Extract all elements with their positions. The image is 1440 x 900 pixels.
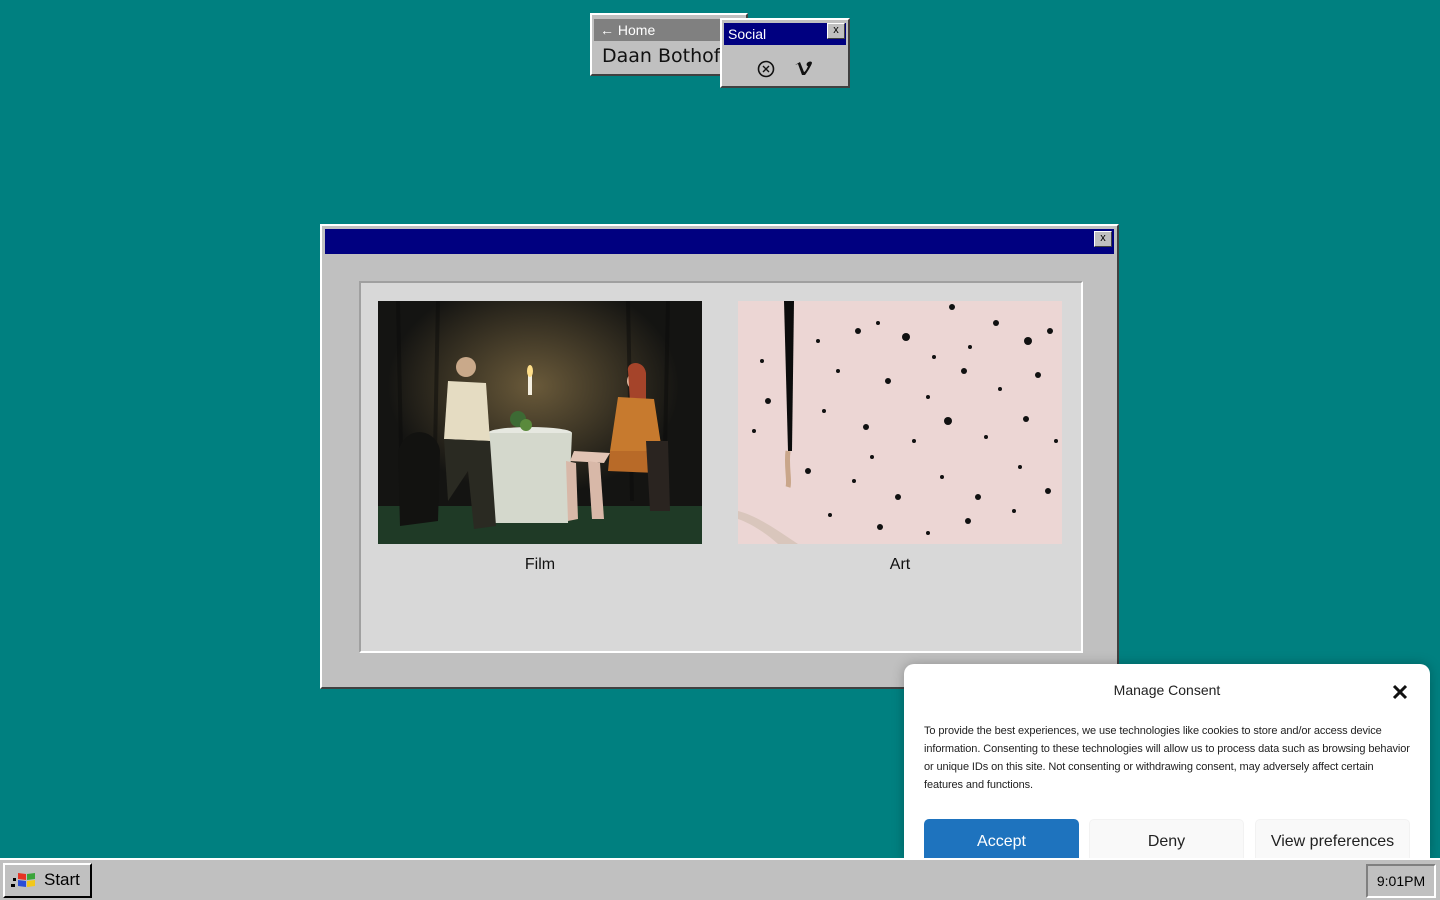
film-tile[interactable]: Film	[378, 301, 702, 574]
view-preferences-button[interactable]: View preferences	[1255, 819, 1410, 860]
social-window: Social x	[720, 18, 850, 88]
start-label: Start	[44, 870, 80, 889]
social-close-button[interactable]: x	[827, 23, 845, 39]
deny-button[interactable]: Deny	[1089, 819, 1244, 860]
accept-button[interactable]: Accept	[924, 819, 1079, 860]
taskbar: Start 9:01PM	[0, 858, 1440, 900]
vimeo-icon[interactable]	[793, 58, 815, 80]
portfolio-close-button[interactable]: x	[1094, 231, 1112, 247]
portfolio-window: x Film Art	[320, 224, 1119, 689]
consent-dialog: Manage Consent To provide the best exper…	[904, 664, 1430, 860]
portfolio-panel: Film Art	[359, 281, 1083, 653]
portfolio-titlebar[interactable]	[325, 229, 1114, 254]
art-label[interactable]: Art	[738, 556, 1062, 574]
consent-title: Manage Consent	[1113, 682, 1221, 698]
art-tile[interactable]: Art	[738, 301, 1062, 574]
windows-logo-icon	[11, 870, 37, 892]
site-name: Daan Bothof	[602, 45, 721, 67]
close-icon[interactable]	[1390, 682, 1410, 702]
system-clock: 9:01PM	[1366, 864, 1436, 898]
consent-text: To provide the best experiences, we use …	[924, 725, 1410, 791]
film-thumbnail[interactable]	[378, 301, 702, 544]
film-label[interactable]: Film	[378, 556, 702, 574]
social-title: Social	[728, 26, 767, 42]
start-button[interactable]: Start	[3, 863, 92, 898]
art-thumbnail[interactable]	[738, 301, 1062, 544]
unsplash-icon[interactable]	[755, 58, 777, 80]
